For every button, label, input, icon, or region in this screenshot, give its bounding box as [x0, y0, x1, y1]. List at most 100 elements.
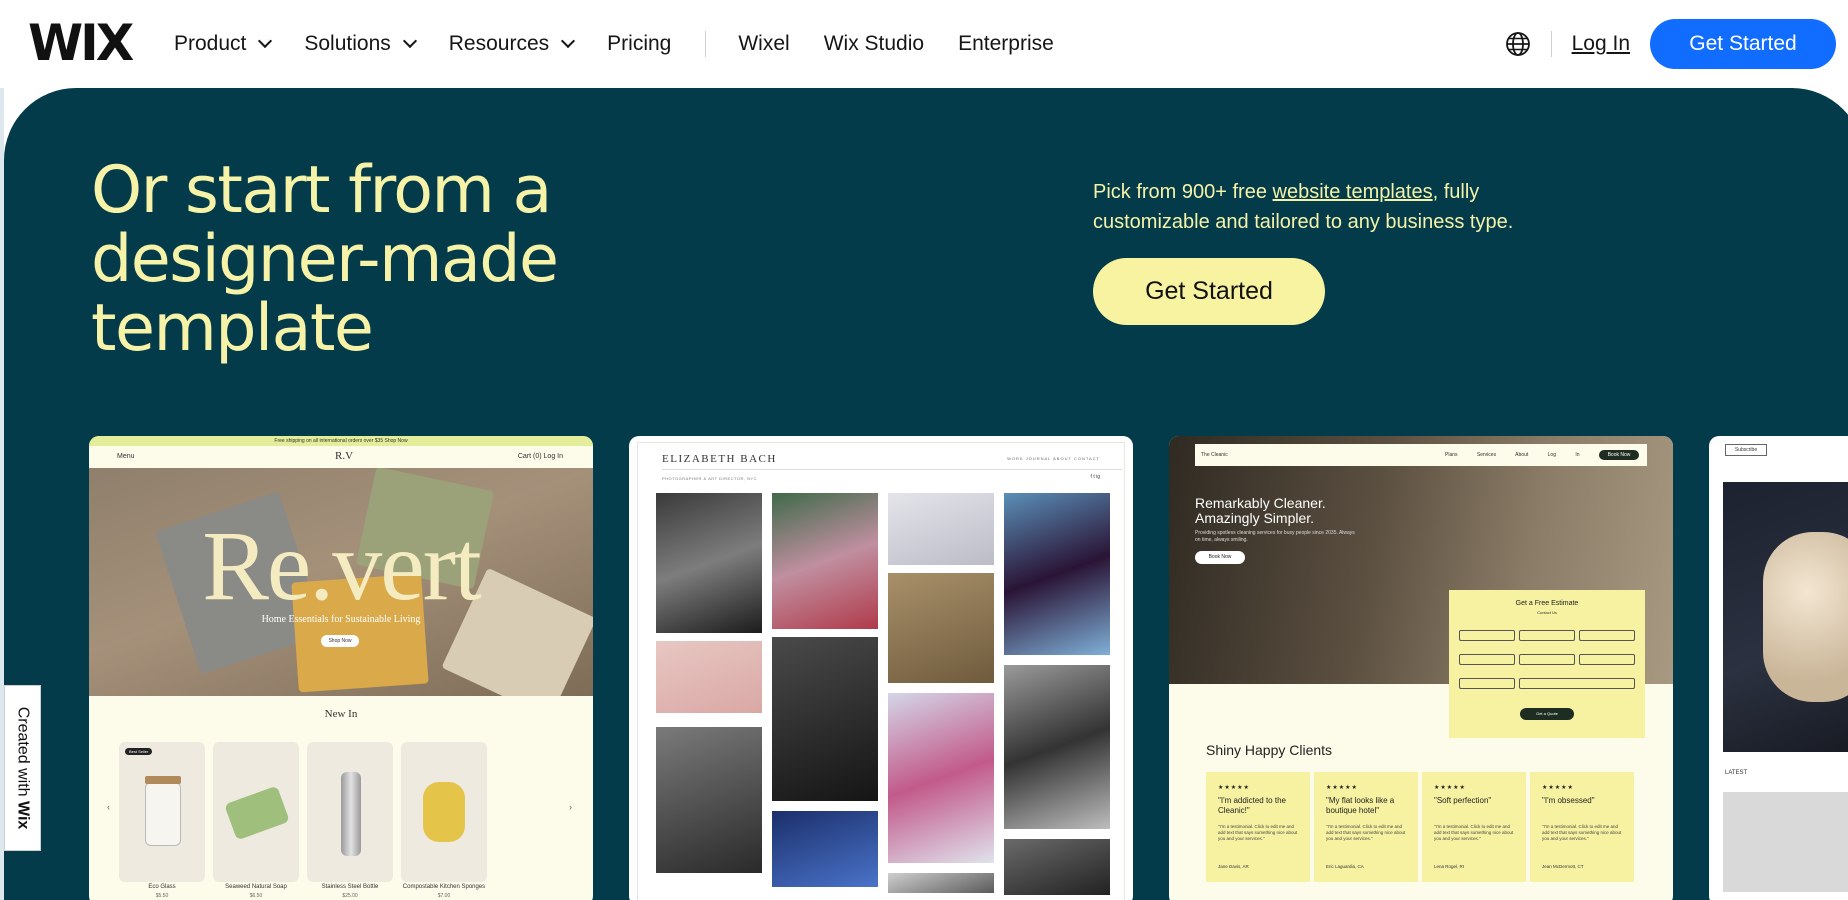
bottle-image: [341, 772, 361, 856]
badge-text: Created with Wix: [14, 707, 32, 830]
review-quote: "I'm obsessed": [1542, 796, 1595, 805]
nav-resources-label: Resources: [448, 32, 550, 55]
product-image: Best Seller: [119, 742, 205, 882]
globe-icon[interactable]: [1505, 31, 1531, 57]
main-nav: Product Solutions Resources Pricing Wixe…: [174, 0, 1088, 88]
review-text: "I'm a testimonial. Click to edit me and…: [1326, 824, 1406, 841]
top-navigation: WIX Product Solutions Resources Pricing …: [0, 0, 1848, 88]
product-image: [307, 742, 393, 882]
revert-logo: R.V: [335, 450, 354, 462]
created-with-wix-badge[interactable]: Created with Wix: [4, 685, 41, 851]
template-card-revert[interactable]: Free shipping on all international order…: [89, 436, 593, 900]
form-field: [1459, 630, 1515, 641]
cleanic-hero-button: Book Now: [1195, 551, 1245, 564]
chevron-down-icon: [258, 33, 273, 49]
revert-banner: Free shipping on all international order…: [89, 436, 593, 446]
product-price: $5.50: [155, 893, 169, 899]
form-title: Get a Free Estimate: [1515, 600, 1579, 607]
portrait-photo: [772, 811, 878, 887]
clients-title: Shiny Happy Clients: [1206, 742, 1333, 758]
review-card: ★★★★★ "Soft perfection" "I'm a testimoni…: [1422, 772, 1526, 882]
get-started-hero-button[interactable]: Get Started: [1093, 258, 1325, 325]
revert-tagline: Home Essentials for Sustainable Living: [261, 614, 421, 625]
cleanic-headline-1: Remarkably Cleaner.: [1195, 495, 1326, 511]
form-select: [1519, 678, 1635, 689]
revert-menu: Menu: [117, 453, 135, 460]
nav-wix-studio[interactable]: Wix Studio: [824, 32, 924, 56]
form-field: [1579, 630, 1635, 641]
portrait-photo: [888, 573, 994, 683]
review-quote: "I'm addicted to the Cleanic!": [1218, 796, 1286, 815]
template-card-elizabeth-bach[interactable]: ELIZABETH BACH WORK JOURNAL ABOUT CONTAC…: [629, 436, 1133, 900]
chevron-right-icon: ›: [569, 802, 572, 812]
product-price: $6.50: [249, 893, 263, 899]
jar-image: [145, 782, 181, 846]
review-text: "I'm a testimonial. Click to edit me and…: [1218, 824, 1298, 841]
review-author: Jean McDermott, CT: [1542, 864, 1584, 869]
elizabeth-divider: [662, 469, 1122, 470]
review-author: Eric Laguardia, CA: [1326, 864, 1364, 869]
sculpture-shape: [1763, 532, 1848, 702]
portrait-photo: [1004, 839, 1110, 895]
best-seller-badge: Best Seller: [125, 748, 153, 755]
website-templates-link[interactable]: website templates: [1273, 181, 1433, 203]
form-select: [1459, 678, 1515, 689]
portrait-photo: [772, 493, 878, 629]
social-icons: f t ig: [1090, 474, 1100, 480]
cleanic-description: Providing spotless cleaning services for…: [1195, 530, 1355, 543]
revert-shop-button: Shop Now: [321, 635, 359, 647]
jar-lid-image: [145, 776, 181, 784]
portrait-photo: [1004, 665, 1110, 829]
review-card: ★★★★★ "I'm obsessed" "I'm a testimonial.…: [1530, 772, 1634, 882]
revert-hero-image: Re.vert Home Essentials for Sustainable …: [89, 468, 593, 696]
product-price: $25.00: [342, 893, 358, 899]
nav-wixel[interactable]: Wixel: [738, 32, 789, 56]
nav-solutions-label: Solutions: [304, 32, 391, 55]
login-link[interactable]: Log In: [1572, 32, 1630, 56]
cleanic-brand: The Cleanic: [1201, 452, 1228, 458]
star-rating: ★★★★★: [1434, 785, 1466, 791]
elizabeth-frame: ELIZABETH BACH WORK JOURNAL ABOUT CONTAC…: [637, 442, 1125, 900]
cleanic-headline-2: Amazingly Simpler.: [1195, 510, 1315, 526]
nav-resources[interactable]: Resources: [448, 32, 576, 56]
cleanic-nav: The Cleanic Plans Services About Log In …: [1195, 444, 1647, 466]
sculpture-image: [1723, 482, 1848, 752]
wix-logo[interactable]: WIX: [28, 18, 134, 68]
elizabeth-subtitle: PHOTOGRAPHER & ART DIRECTOR, NYC: [662, 476, 758, 481]
hero-subtitle-text: Pick from 900+ free: [1093, 181, 1273, 203]
chevron-down-icon: [402, 33, 417, 49]
cleanic-estimate-form: Get a Free Estimate Contact Us Get a Quo…: [1449, 590, 1645, 738]
portrait-photo: [656, 727, 762, 873]
review-text: "I'm a testimonial. Click to edit me and…: [1542, 824, 1622, 841]
nav-enterprise[interactable]: Enterprise: [958, 32, 1054, 56]
sponge-image: [423, 782, 465, 842]
template-card-cleanic[interactable]: The Cleanic Plans Services About Log In …: [1169, 436, 1673, 900]
revert-header-right: Cart (0) Log In: [517, 453, 563, 460]
nav-pricing[interactable]: Pricing: [607, 32, 671, 56]
form-field: [1459, 654, 1515, 665]
portrait-photo: [772, 637, 878, 801]
portrait-photo: [656, 641, 762, 713]
form-quote-button: Get a Quote: [1520, 708, 1574, 720]
latest-label: LATEST: [1725, 770, 1748, 776]
star-rating: ★★★★★: [1218, 785, 1250, 791]
portrait-photo: [888, 493, 994, 565]
portrait-photo: [656, 493, 762, 633]
nav-divider: [705, 31, 707, 57]
cleanic-book-button: Book Now: [1599, 450, 1639, 460]
elizabeth-menu: WORK JOURNAL ABOUT CONTACT: [1007, 456, 1100, 461]
nav-pricing-label: Pricing: [607, 32, 672, 55]
revert-title: Re.vert: [202, 510, 482, 621]
portrait-photo: [888, 873, 994, 893]
get-started-nav-button[interactable]: Get Started: [1650, 19, 1836, 69]
nav-product[interactable]: Product: [174, 32, 273, 56]
star-rating: ★★★★★: [1542, 785, 1574, 791]
right-nav: Log In Get Started: [1505, 0, 1836, 88]
review-card: ★★★★★ "My flat looks like a boutique hot…: [1314, 772, 1418, 882]
hero-title: Or start from a designer-made template: [91, 153, 559, 366]
revert-header: Menu R.V Cart (0) Log In: [89, 446, 593, 468]
template-card-partial[interactable]: Subscribe LATEST: [1709, 436, 1848, 900]
product-price: $7.00: [437, 893, 451, 899]
product-image: [401, 742, 487, 882]
nav-solutions[interactable]: Solutions: [304, 32, 417, 56]
